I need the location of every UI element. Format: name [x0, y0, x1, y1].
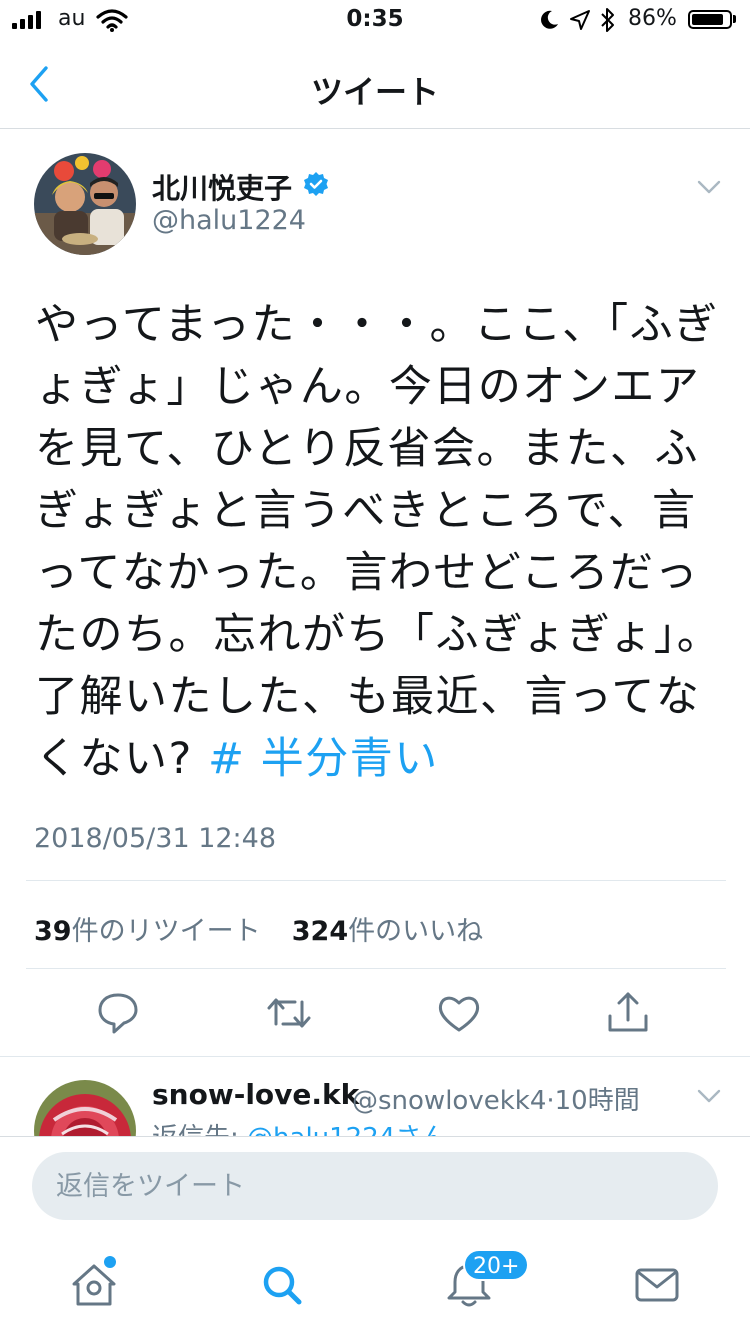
chevron-down-icon[interactable] — [696, 178, 722, 196]
meta-separator: · — [546, 1086, 555, 1116]
battery-icon — [688, 10, 732, 29]
divider — [26, 880, 726, 881]
bluetooth-icon — [601, 8, 614, 32]
home-icon — [72, 1264, 116, 1306]
location-icon — [570, 10, 590, 30]
chevron-down-icon[interactable] — [696, 1087, 722, 1105]
divider — [26, 968, 726, 969]
tweet-text: やってまった・・・。ここ、「ふぎょぎょ」じゃん。今日のオンエアを見て、ひとり反省… — [35, 294, 725, 790]
tweet-body: やってまった・・・。ここ、「ふぎょぎょ」じゃん。今日のオンエアを見て、ひとり反省… — [35, 300, 722, 784]
battery-tip — [733, 15, 736, 23]
author-handle[interactable]: @halu1224 — [152, 205, 306, 236]
profile-photo — [34, 153, 136, 255]
battery-percent: 86% — [628, 6, 677, 31]
new-content-dot — [104, 1256, 116, 1268]
heart-icon — [438, 996, 480, 1032]
envelope-icon — [635, 1268, 679, 1302]
likes-link[interactable]: 324件のいいね — [292, 916, 483, 947]
share-button[interactable] — [600, 990, 656, 1036]
avatar[interactable] — [34, 153, 136, 255]
verified-badge-icon — [304, 172, 328, 196]
retweet-label: 件のリツイート — [71, 916, 261, 947]
tab-search[interactable] — [252, 1258, 312, 1314]
reply-author-handle[interactable]: @snowlovekk4 — [352, 1086, 546, 1116]
tab-messages[interactable] — [627, 1258, 687, 1314]
status-bar: au 0:35 86% — [0, 0, 750, 40]
retweets-link[interactable]: 39件のリツイート — [34, 916, 261, 947]
reply-author-name[interactable]: snow-love.kk — [152, 1078, 359, 1111]
reply-meta: @snowlovekk4·10時間 — [352, 1080, 640, 1117]
notification-badge: 20+ — [463, 1249, 530, 1281]
like-button[interactable] — [431, 990, 487, 1036]
hashtag-link[interactable]: # 半分青い — [208, 734, 439, 784]
reply-button[interactable] — [90, 990, 146, 1036]
tweet-stats: 39件のリツイート 324件のいいね — [34, 909, 483, 948]
tweet-timestamp: 2018/05/31 12:48 — [34, 823, 277, 854]
search-icon — [263, 1266, 302, 1305]
comment-icon — [98, 993, 138, 1034]
divider — [0, 1056, 750, 1057]
reply-input[interactable] — [32, 1152, 718, 1220]
reply-time: 10時間 — [554, 1086, 640, 1116]
page-title: ツイート — [310, 73, 439, 111]
retweet-button[interactable] — [261, 990, 317, 1036]
tab-home[interactable] — [64, 1258, 124, 1314]
moon-icon — [541, 10, 558, 29]
like-label: 件のいいね — [348, 916, 484, 947]
like-count: 324 — [291, 916, 349, 947]
retweet-count: 39 — [34, 916, 72, 947]
share-icon — [608, 992, 648, 1032]
nav-bar: ツイート — [0, 40, 750, 129]
author-name[interactable]: 北川悦吏子 — [152, 167, 292, 207]
retweet-icon — [267, 998, 311, 1028]
